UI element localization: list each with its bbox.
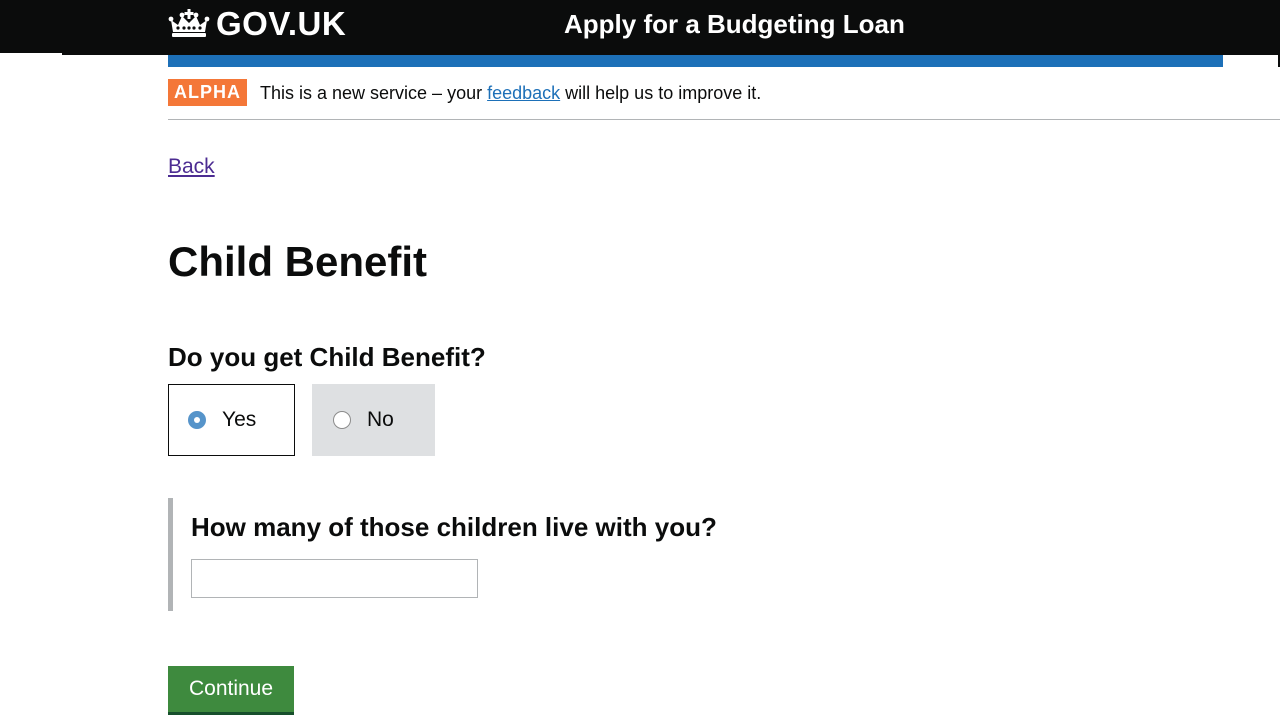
- service-name-link[interactable]: Apply for a Budgeting Loan: [564, 5, 905, 43]
- alpha-tag: ALPHA: [168, 79, 247, 106]
- radio-yes[interactable]: Yes: [168, 384, 295, 456]
- feedback-link[interactable]: feedback: [487, 83, 560, 103]
- phase-banner: ALPHA This is a new service – your feedb…: [168, 79, 1280, 120]
- radio-no-label: No: [367, 408, 394, 431]
- question-legend: Do you get Child Benefit?: [168, 342, 486, 372]
- children-count-input[interactable]: [191, 559, 478, 598]
- header-notch: [0, 53, 62, 56]
- radio-yes-selected-icon[interactable]: [188, 411, 206, 429]
- phase-text-before: This is a new service – your: [260, 83, 488, 103]
- phase-text-after: will help us to improve it.: [560, 83, 762, 103]
- radio-yes-label: Yes: [222, 408, 257, 431]
- radio-no-unselected-icon[interactable]: [333, 411, 351, 429]
- logo-text: GOV.UK: [216, 5, 347, 42]
- phase-banner-text: This is a new service – your feedback wi…: [260, 81, 761, 105]
- radio-no[interactable]: No: [312, 384, 435, 456]
- govuk-logo-link[interactable]: GOV.UK: [168, 5, 346, 43]
- children-question: How many of those children live with you…: [191, 512, 717, 542]
- conditional-reveal: How many of those children live with you…: [168, 498, 768, 611]
- header-blue-rule: [168, 55, 1223, 67]
- continue-button[interactable]: Continue: [168, 666, 294, 712]
- header-bar: GOV.UK Apply for a Budgeting Loan: [0, 0, 1280, 55]
- back-link[interactable]: Back: [168, 155, 215, 179]
- page-title: Child Benefit: [168, 238, 427, 285]
- crown-icon: [168, 9, 210, 37]
